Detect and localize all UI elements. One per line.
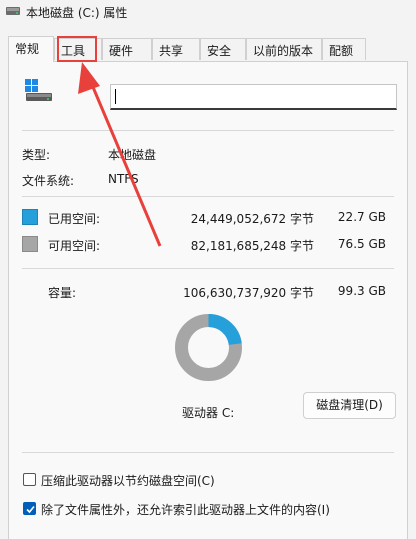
compress-label[interactable]: 压缩此驱动器以节约磁盘空间(C) [41,472,215,489]
used-space-bytes: 24,449,052,672 字节 [190,212,314,226]
compress-checkbox[interactable] [23,473,36,486]
divider [22,452,394,453]
free-space-swatch [22,236,38,252]
type-value: 本地磁盘 [108,148,157,162]
used-space-swatch [22,209,38,225]
capacity-size: 99.3 GB [337,284,386,298]
windows-drive-icon [25,79,52,101]
free-space-size: 76.5 GB [337,237,386,251]
capacity-bytes: 106,630,737,920 字节 [183,286,314,300]
title-bar: 本地磁盘 (C:) 属性 [0,0,416,26]
usage-donut-chart [175,314,242,381]
divider [22,268,394,269]
index-label[interactable]: 除了文件属性外，还允许索引此驱动器上文件的内容(I) [41,501,330,518]
tab-hardware[interactable]: 硬件 [102,38,152,60]
index-checkbox[interactable] [23,502,36,515]
free-space-label: 可用空间: [48,239,101,253]
tab-security[interactable]: 安全 [200,38,246,60]
text-caret [115,89,116,104]
tab-general[interactable]: 常规 [8,36,54,62]
tab-quota[interactable]: 配额 [322,38,366,60]
used-space-size: 22.7 GB [337,210,386,224]
annotation-highlight-box [57,36,97,62]
checkmark-icon [26,505,35,514]
filesystem-value: NTFS [108,172,139,186]
divider [22,130,394,131]
volume-name-input[interactable] [110,84,397,110]
filesystem-label: 文件系统: [22,174,75,188]
free-space-bytes: 82,181,685,248 字节 [190,239,314,253]
drive-icon [6,7,20,15]
tab-previous-versions[interactable]: 以前的版本 [246,38,322,60]
capacity-label: 容量: [48,286,77,300]
used-space-label: 已用空间: [48,212,101,226]
window-title: 本地磁盘 (C:) 属性 [26,6,128,20]
tab-sharing[interactable]: 共享 [152,38,200,60]
disk-cleanup-button[interactable]: 磁盘清理(D) [303,392,396,419]
type-label: 类型: [22,148,51,162]
divider [22,196,394,197]
drive-letter-label: 驱动器 C: [182,406,235,420]
